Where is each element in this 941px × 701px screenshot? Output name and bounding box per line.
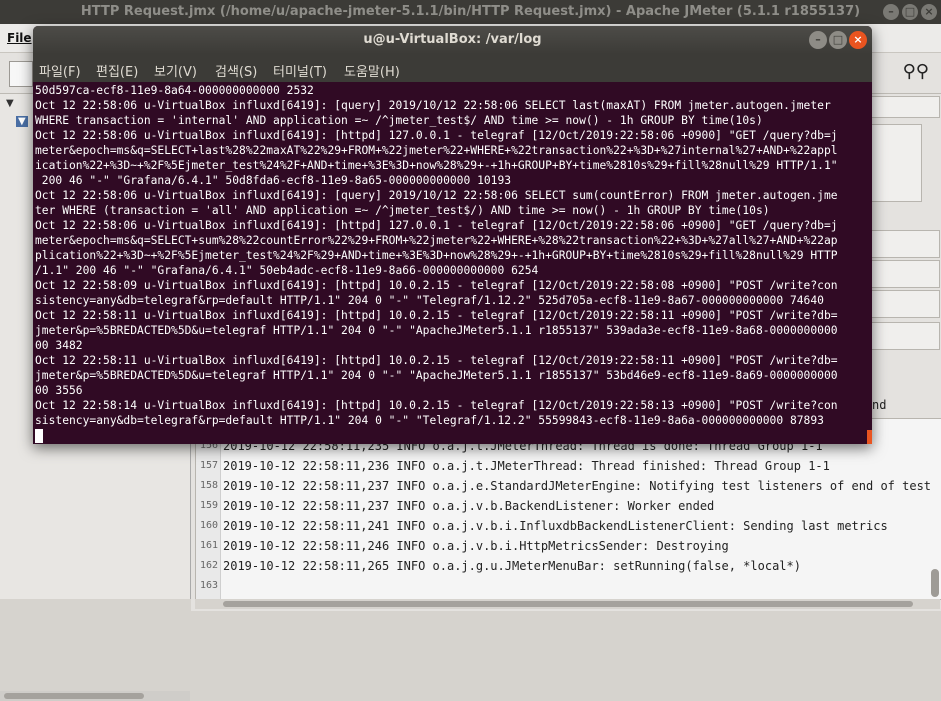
terminal-line: 00 3482 xyxy=(35,339,83,352)
terminal-line: plication%22+%3D~+%2F%5Ejmeter_test%24%2… xyxy=(35,249,838,262)
terminal-line: Oct 12 22:58:06 u-VirtualBox influxd[641… xyxy=(35,129,838,142)
log-scroll-thumb[interactable] xyxy=(223,601,913,607)
terminal-line: 50d597ca-ecf8-11e9-8a64-000000000000 253… xyxy=(35,84,314,97)
log-viewer-panel: 156 2019-10-12 22:58:11,235 INFO o.a.j.t… xyxy=(195,418,941,600)
terminal-titlebar[interactable]: u@u-VirtualBox: /var/log – □ × xyxy=(33,26,872,54)
log-line: 160 2019-10-12 22:58:11,241 INFO o.a.j.v… xyxy=(196,516,926,536)
menu-terminal[interactable]: 터미널(T) xyxy=(273,61,327,80)
terminal-line: jmeter&p=%5BREDACTED%5D&u=telegraf HTTP/… xyxy=(35,369,838,382)
log-line-number: 157 xyxy=(199,460,218,471)
jmeter-minimize-icon[interactable]: – xyxy=(883,4,899,20)
config-panel xyxy=(866,124,922,202)
terminal-window[interactable]: u@u-VirtualBox: /var/log – □ × 파일(F) 편집(… xyxy=(33,26,872,444)
config-field[interactable] xyxy=(866,290,940,318)
log-line: 163 xyxy=(196,576,926,596)
new-test-plan-button[interactable] xyxy=(9,61,33,87)
terminal-line: Oct 12 22:58:11 u-VirtualBox influxd[641… xyxy=(35,354,838,367)
terminal-line: meter&epoch=ms&q=SELECT+last%28%22maxAT%… xyxy=(35,144,838,157)
terminal-close-icon[interactable]: × xyxy=(849,31,867,49)
config-field[interactable] xyxy=(866,96,940,118)
config-field[interactable] xyxy=(866,230,940,258)
log-line-text: 2019-10-12 22:58:11,246 INFO o.a.j.v.b.i… xyxy=(223,539,729,553)
log-line-number: 163 xyxy=(199,580,218,591)
tree-expand-icon[interactable]: ▼ xyxy=(6,98,14,109)
log-line-text: 2019-10-12 22:58:11,265 INFO o.a.j.g.u.J… xyxy=(223,559,801,573)
terminal-line: WHERE transaction = 'internal' AND appli… xyxy=(35,114,763,127)
log-line-number: 160 xyxy=(199,520,218,531)
menu-edit[interactable]: 편집(E) xyxy=(96,61,138,80)
log-line-text: 2019-10-12 22:58:11,236 INFO o.a.j.t.JMe… xyxy=(223,459,830,473)
terminal-line: sistency=any&db=telegraf&rp=default HTTP… xyxy=(35,294,824,307)
tree-scroll-thumb[interactable] xyxy=(4,693,144,699)
terminal-line: Oct 12 22:58:06 u-VirtualBox influxd[641… xyxy=(35,219,838,232)
terminal-line: 00 3556 xyxy=(35,384,83,397)
menu-view[interactable]: 보기(V) xyxy=(154,61,197,80)
terminal-menubar: 파일(F) 편집(E) 보기(V) 검색(S) 터미널(T) 도움말(H) xyxy=(33,54,872,82)
tree-horizontal-scrollbar[interactable] xyxy=(0,691,190,701)
menu-help[interactable]: 도움말(H) xyxy=(344,61,400,80)
jmeter-maximize-icon[interactable]: □ xyxy=(902,4,918,20)
log-line-text: 2019-10-12 22:58:11,237 INFO o.a.j.v.b.B… xyxy=(223,499,715,513)
log-line: 161 2019-10-12 22:58:11,246 INFO o.a.j.v… xyxy=(196,536,926,556)
log-line-text: 2019-10-12 22:58:11,241 INFO o.a.j.v.b.i… xyxy=(223,519,888,533)
log-line-number: 161 xyxy=(199,540,218,551)
menu-search[interactable]: 검색(S) xyxy=(215,61,257,80)
log-line: 162 2019-10-12 22:58:11,265 INFO o.a.j.g… xyxy=(196,556,926,576)
terminal-line: Oct 12 22:58:06 u-VirtualBox influxd[641… xyxy=(35,189,838,202)
search-binoculars-icon[interactable]: ⚲⚲ xyxy=(903,61,929,82)
config-field[interactable] xyxy=(866,322,940,350)
log-line-fragment: nd xyxy=(872,398,887,412)
terminal-line: ter WHERE (transaction = 'all' AND appli… xyxy=(35,204,770,217)
log-line: 158 2019-10-12 22:58:11,237 INFO o.a.j.e… xyxy=(196,476,931,496)
config-field[interactable] xyxy=(866,260,940,288)
terminal-scroll-indicator[interactable] xyxy=(867,430,872,444)
terminal-title: u@u-VirtualBox: /var/log xyxy=(363,32,542,47)
terminal-line: sistency=any&db=telegraf&rp=default HTTP… xyxy=(35,414,824,427)
jmeter-window-title: HTTP Request.jmx (/home/u/apache-jmeter-… xyxy=(80,4,861,19)
terminal-line: /1.1" 200 46 "-" "Grafana/6.4.1" 50eb4ad… xyxy=(35,264,539,277)
terminal-cursor xyxy=(35,429,43,443)
jmeter-close-icon[interactable]: × xyxy=(921,4,937,20)
menu-file[interactable]: 파일(F) xyxy=(39,61,81,80)
log-line: 159 2019-10-12 22:58:11,237 INFO o.a.j.v… xyxy=(196,496,926,516)
terminal-line: Oct 12 22:58:14 u-VirtualBox influxd[641… xyxy=(35,399,838,412)
terminal-line: 200 46 "-" "Grafana/6.4.1" 50d8fda6-ecf8… xyxy=(35,174,512,187)
terminal-maximize-icon[interactable]: □ xyxy=(829,31,847,49)
log-vertical-scroll-thumb[interactable] xyxy=(931,569,939,597)
terminal-line: ication%22+%3D~+%2F%5Ejmeter_test%24%2F+… xyxy=(35,159,838,172)
log-line-number: 162 xyxy=(199,560,218,571)
log-line-number: 158 xyxy=(199,480,218,491)
log-horizontal-scrollbar[interactable] xyxy=(195,599,940,609)
terminal-line: Oct 12 22:58:11 u-VirtualBox influxd[641… xyxy=(35,309,838,322)
terminal-output[interactable]: 50d597ca-ecf8-11e9-8a64-000000000000 253… xyxy=(33,82,872,444)
terminal-line: Oct 12 22:58:06 u-VirtualBox influxd[641… xyxy=(35,99,831,112)
jmeter-titlebar: HTTP Request.jmx (/home/u/apache-jmeter-… xyxy=(0,0,941,24)
log-line-number: 159 xyxy=(199,500,218,511)
terminal-minimize-icon[interactable]: – xyxy=(809,31,827,49)
menu-file[interactable]: File xyxy=(7,31,32,45)
log-line: 157 2019-10-12 22:58:11,236 INFO o.a.j.t… xyxy=(196,456,926,476)
terminal-line: jmeter&p=%5BREDACTED%5D&u=telegraf HTTP/… xyxy=(35,324,838,337)
terminal-line: Oct 12 22:58:09 u-VirtualBox influxd[641… xyxy=(35,279,838,292)
log-line-text: 2019-10-12 22:58:11,237 INFO o.a.j.e.Sta… xyxy=(223,479,932,493)
terminal-line: meter&epoch=ms&q=SELECT+sum%28%22countEr… xyxy=(35,234,838,247)
tree-expand-icon[interactable]: ▼ xyxy=(16,116,28,127)
